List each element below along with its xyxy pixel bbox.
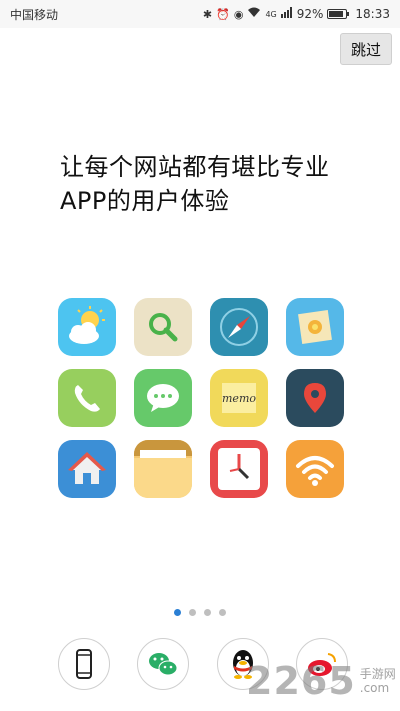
photos-icon: [286, 298, 344, 356]
memo-label: memo: [222, 392, 256, 405]
clock-time: 18:33: [355, 7, 390, 21]
watermark-cn: 手游网: [359, 667, 396, 681]
phone-login-button[interactable]: [58, 638, 110, 690]
messages-icon: [134, 369, 192, 427]
battery-percent: 92%: [296, 7, 324, 21]
page-dot-3[interactable]: [204, 609, 211, 616]
phone-login-icon: [76, 649, 92, 679]
clock-icon: [210, 440, 268, 498]
headline: 让每个网站都有堪比专业APP的用户体验: [60, 153, 330, 215]
wifi-status-icon: [247, 7, 261, 21]
map-pin-icon: [286, 369, 344, 427]
watermark-text: 手游网 .com: [360, 667, 396, 695]
carrier-name: 中国移动: [10, 7, 59, 22]
compass-icon: [210, 298, 268, 356]
watermark-number: 2265: [246, 659, 356, 703]
home-icon: [58, 440, 116, 498]
battery-icon: [327, 9, 350, 19]
page-dot-1[interactable]: [174, 609, 181, 616]
page-dot-2[interactable]: [189, 609, 196, 616]
site-watermark: 2265 手游网 .com: [246, 653, 396, 709]
skip-button[interactable]: 跳过: [340, 33, 392, 65]
page-dot-4[interactable]: [219, 609, 226, 616]
watermark-domain: .com: [359, 681, 390, 695]
memo-icon: memo: [210, 369, 268, 427]
feature-icon-grid: memo: [58, 298, 348, 498]
search-icon: [134, 298, 192, 356]
eye-icon: ◉: [233, 7, 244, 21]
wechat-login-button[interactable]: [137, 638, 190, 690]
alarm-icon: ⏰: [216, 7, 230, 21]
status-indicators: ✱ ⏰ ◉ 4G 92% 18:33: [203, 7, 390, 21]
status-bar: 中国移动 ✱ ⏰ ◉ 4G 92% 18:33: [0, 0, 400, 28]
phone-icon: [58, 369, 116, 427]
wechat-login-icon: [149, 653, 178, 676]
weather-icon: [58, 298, 116, 356]
folder-icon: [134, 440, 192, 498]
signal-bars-icon: [280, 7, 293, 21]
bluetooth-icon: ✱: [202, 7, 213, 21]
wifi-icon: [286, 440, 344, 498]
page-indicator: [0, 609, 400, 616]
signal-type-label: 4G: [265, 9, 277, 19]
